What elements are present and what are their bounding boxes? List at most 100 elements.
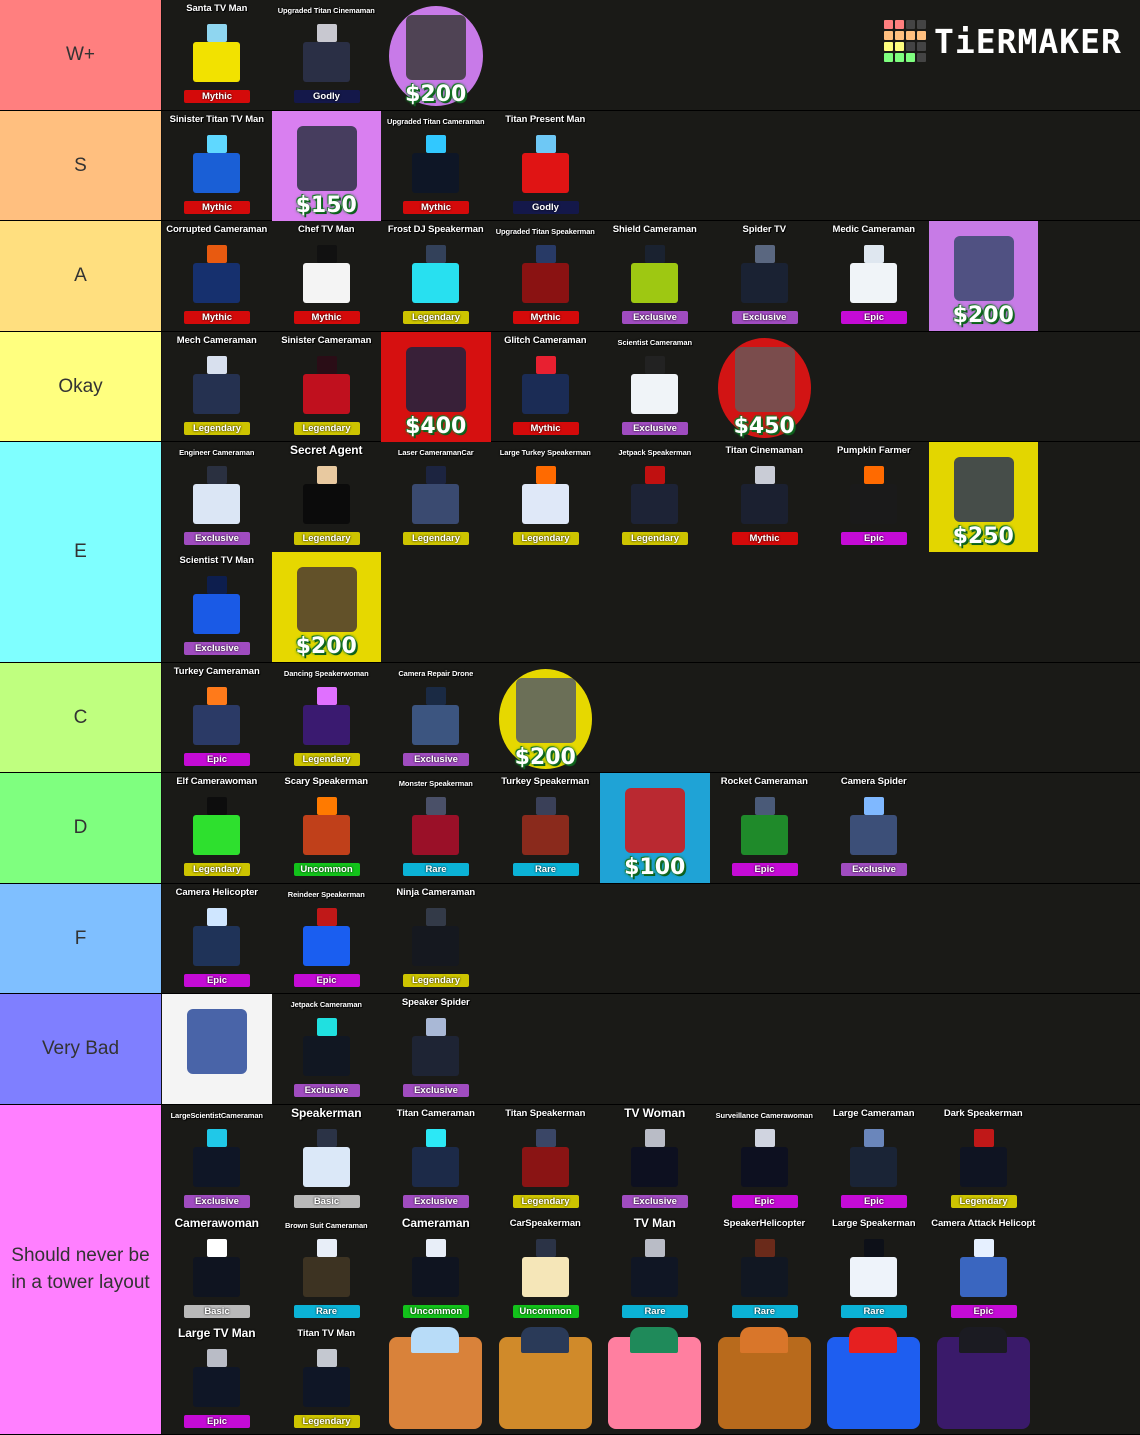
unit-tile[interactable]: Rocket Cameraman Epic bbox=[710, 773, 820, 883]
unit-tile[interactable]: Camera Repair Drone Exclusive bbox=[381, 663, 491, 773]
unit-tile[interactable]: TV Woman Exclusive bbox=[600, 1105, 710, 1215]
unit-tile[interactable]: Reindeer Speakerman Epic bbox=[272, 884, 382, 994]
unit-tile[interactable]: Large Speakerman Rare bbox=[819, 1215, 929, 1325]
unit-head bbox=[426, 1128, 446, 1147]
shop-item-tile[interactable] bbox=[162, 994, 272, 1104]
tier-label[interactable]: S bbox=[0, 110, 162, 220]
unit-tile[interactable]: Secret Agent Legendary bbox=[272, 442, 382, 552]
unit-tile[interactable]: Ninja Cameraman Legendary bbox=[381, 884, 491, 994]
unit-tile[interactable]: Titan Cinemaman Mythic bbox=[710, 442, 820, 552]
unit-tile[interactable]: Scientist Cameraman Exclusive bbox=[600, 332, 710, 442]
unit-tile[interactable]: Turkey Cameraman Epic bbox=[162, 663, 272, 773]
shop-item-tile[interactable]: $200 bbox=[271, 552, 381, 662]
tier-label[interactable]: Okay bbox=[0, 331, 162, 441]
unit-tile[interactable]: Large Cameraman Epic bbox=[819, 1105, 929, 1215]
unit-tile[interactable]: Jetpack Cameraman Exclusive bbox=[272, 994, 382, 1104]
unit-tile[interactable]: Camerawoman Basic bbox=[162, 1215, 272, 1325]
unit-tile[interactable]: Jetpack Speakerman Legendary bbox=[600, 442, 710, 552]
crate-item-tile[interactable] bbox=[381, 1325, 491, 1435]
unit-tile[interactable]: Large Turkey Speakerman Legendary bbox=[491, 442, 601, 552]
unit-tile[interactable]: Frost DJ Speakerman Legendary bbox=[381, 221, 491, 331]
shop-item-tile[interactable]: $200 bbox=[491, 663, 601, 773]
crate-item-tile[interactable] bbox=[929, 1325, 1039, 1435]
price-label: $100 bbox=[624, 855, 686, 880]
unit-tile[interactable]: Titan Speakerman Legendary bbox=[491, 1105, 601, 1215]
tier-label[interactable]: Should never be in a tower layout bbox=[0, 1104, 162, 1434]
unit-tile[interactable]: Glitch Cameraman Mythic bbox=[491, 332, 601, 442]
unit-tile[interactable]: Surveillance Camerawoman Epic bbox=[710, 1105, 820, 1215]
unit-image bbox=[621, 241, 688, 307]
unit-image bbox=[293, 1125, 360, 1191]
tier-label[interactable]: Very Bad bbox=[0, 994, 162, 1104]
unit-tile[interactable]: Camera Spider Exclusive bbox=[819, 773, 929, 883]
unit-tile[interactable]: Camera Attack Helicopt Epic bbox=[929, 1215, 1039, 1325]
unit-tile[interactable]: CarSpeakerman Uncommon bbox=[491, 1215, 601, 1325]
unit-name: Camerawoman bbox=[174, 1215, 259, 1230]
unit-tile[interactable]: Large TV Man Epic bbox=[162, 1325, 272, 1435]
unit-tile[interactable]: Shield Cameraman Exclusive bbox=[600, 221, 710, 331]
unit-tile[interactable]: Santa TV Man Mythic bbox=[162, 0, 272, 110]
unit-tile[interactable]: Scary Speakerman Uncommon bbox=[272, 773, 382, 883]
unit-tile[interactable]: Spider TV Exclusive bbox=[710, 221, 820, 331]
shop-item-tile[interactable]: $150 bbox=[271, 110, 381, 221]
unit-tile[interactable]: LargeScientistCameraman Exclusive bbox=[162, 1105, 272, 1215]
unit-tile[interactable]: Speaker Spider Exclusive bbox=[381, 994, 491, 1104]
tier-label[interactable]: A bbox=[0, 221, 162, 331]
rarity-badge: Rare bbox=[731, 1304, 798, 1318]
unit-name: Camera Attack Helicopt bbox=[931, 1217, 1036, 1229]
shop-item-tile[interactable]: $100 bbox=[600, 773, 710, 883]
unit-body bbox=[412, 1146, 459, 1187]
unit-tile[interactable]: Medic Cameraman Epic bbox=[819, 221, 929, 331]
shop-item-tile[interactable]: $200 bbox=[381, 0, 491, 110]
unit-tile[interactable]: Engineer Cameraman Exclusive bbox=[162, 442, 272, 552]
unit-tile[interactable]: Upgraded Titan Cameraman Mythic bbox=[381, 111, 491, 221]
unit-body bbox=[302, 704, 350, 745]
unit-name: Chef TV Man bbox=[298, 224, 355, 235]
tier-label[interactable]: E bbox=[0, 442, 162, 662]
tier-label[interactable]: C bbox=[0, 662, 162, 772]
unit-tile[interactable]: Brown Suit Cameraman Rare bbox=[272, 1215, 382, 1325]
unit-tile[interactable]: Upgraded Titan Cinemaman Godly bbox=[272, 0, 382, 110]
crate-item-tile[interactable] bbox=[819, 1325, 929, 1435]
unit-name: Cameraman bbox=[401, 1215, 470, 1230]
unit-tile[interactable]: Titan Present Man Godly bbox=[491, 111, 601, 221]
unit-tile[interactable]: SpeakerHelicopter Rare bbox=[710, 1215, 820, 1325]
tier-label[interactable]: D bbox=[0, 773, 162, 883]
unit-tile[interactable]: Turkey Speakerman Rare bbox=[491, 773, 601, 883]
unit-tile[interactable]: Laser CameramanCar Legendary bbox=[381, 442, 491, 552]
unit-tile[interactable]: Titan TV Man Legendary bbox=[272, 1325, 382, 1435]
unit-tile[interactable]: Pumpkin Farmer Epic bbox=[819, 442, 929, 552]
unit-name: Large Speakerman bbox=[832, 1217, 916, 1229]
unit-tile[interactable]: Cameraman Uncommon bbox=[381, 1215, 491, 1325]
unit-tile[interactable]: Mech Cameraman Legendary bbox=[162, 332, 272, 442]
unit-tile[interactable]: Sinister Cameraman Legendary bbox=[272, 332, 382, 442]
unit-tile[interactable]: Monster Speakerman Rare bbox=[381, 773, 491, 883]
shop-item-tile[interactable]: $250 bbox=[928, 442, 1038, 552]
unit-tile[interactable]: Chef TV Man Mythic bbox=[272, 221, 382, 331]
rarity-badge: Exclusive bbox=[403, 1194, 469, 1208]
unit-tile[interactable]: Camera Helicopter Epic bbox=[162, 884, 272, 994]
tier-label[interactable]: F bbox=[0, 883, 162, 993]
crate-item-tile[interactable] bbox=[491, 1325, 601, 1435]
unit-head bbox=[645, 1128, 665, 1147]
unit-tile[interactable]: Speakerman Basic bbox=[272, 1105, 382, 1215]
unit-tile[interactable]: Dancing Speakerwoman Legendary bbox=[272, 663, 382, 773]
unit-tile[interactable]: Scientist TV Man Exclusive bbox=[162, 552, 272, 662]
unit-tile[interactable]: Sinister Titan TV Man Mythic bbox=[162, 111, 272, 221]
unit-tile[interactable]: Corrupted Cameraman Mythic bbox=[162, 221, 272, 331]
unit-tile[interactable]: Upgraded Titan Speakerman Mythic bbox=[491, 221, 601, 331]
shop-item-tile[interactable]: $450 bbox=[710, 332, 820, 442]
shop-item-tile[interactable]: $400 bbox=[381, 331, 491, 442]
crate-item-tile[interactable] bbox=[710, 1325, 820, 1435]
unit-body bbox=[631, 373, 678, 414]
unit-tile[interactable]: Titan Cameraman Exclusive bbox=[381, 1105, 491, 1215]
unit-body bbox=[850, 1256, 897, 1297]
unit-body bbox=[412, 815, 459, 855]
unit-tile[interactable]: TV Man Rare bbox=[600, 1215, 710, 1325]
tier-label[interactable]: W+ bbox=[0, 0, 162, 110]
crate-item-tile[interactable] bbox=[600, 1325, 710, 1435]
tiermaker-logo[interactable]: TiERMAKER bbox=[884, 20, 1122, 62]
unit-tile[interactable]: Elf Camerawoman Legendary bbox=[162, 773, 272, 883]
shop-item-tile[interactable]: $200 bbox=[928, 221, 1038, 331]
unit-tile[interactable]: Dark Speakerman Legendary bbox=[929, 1105, 1039, 1215]
